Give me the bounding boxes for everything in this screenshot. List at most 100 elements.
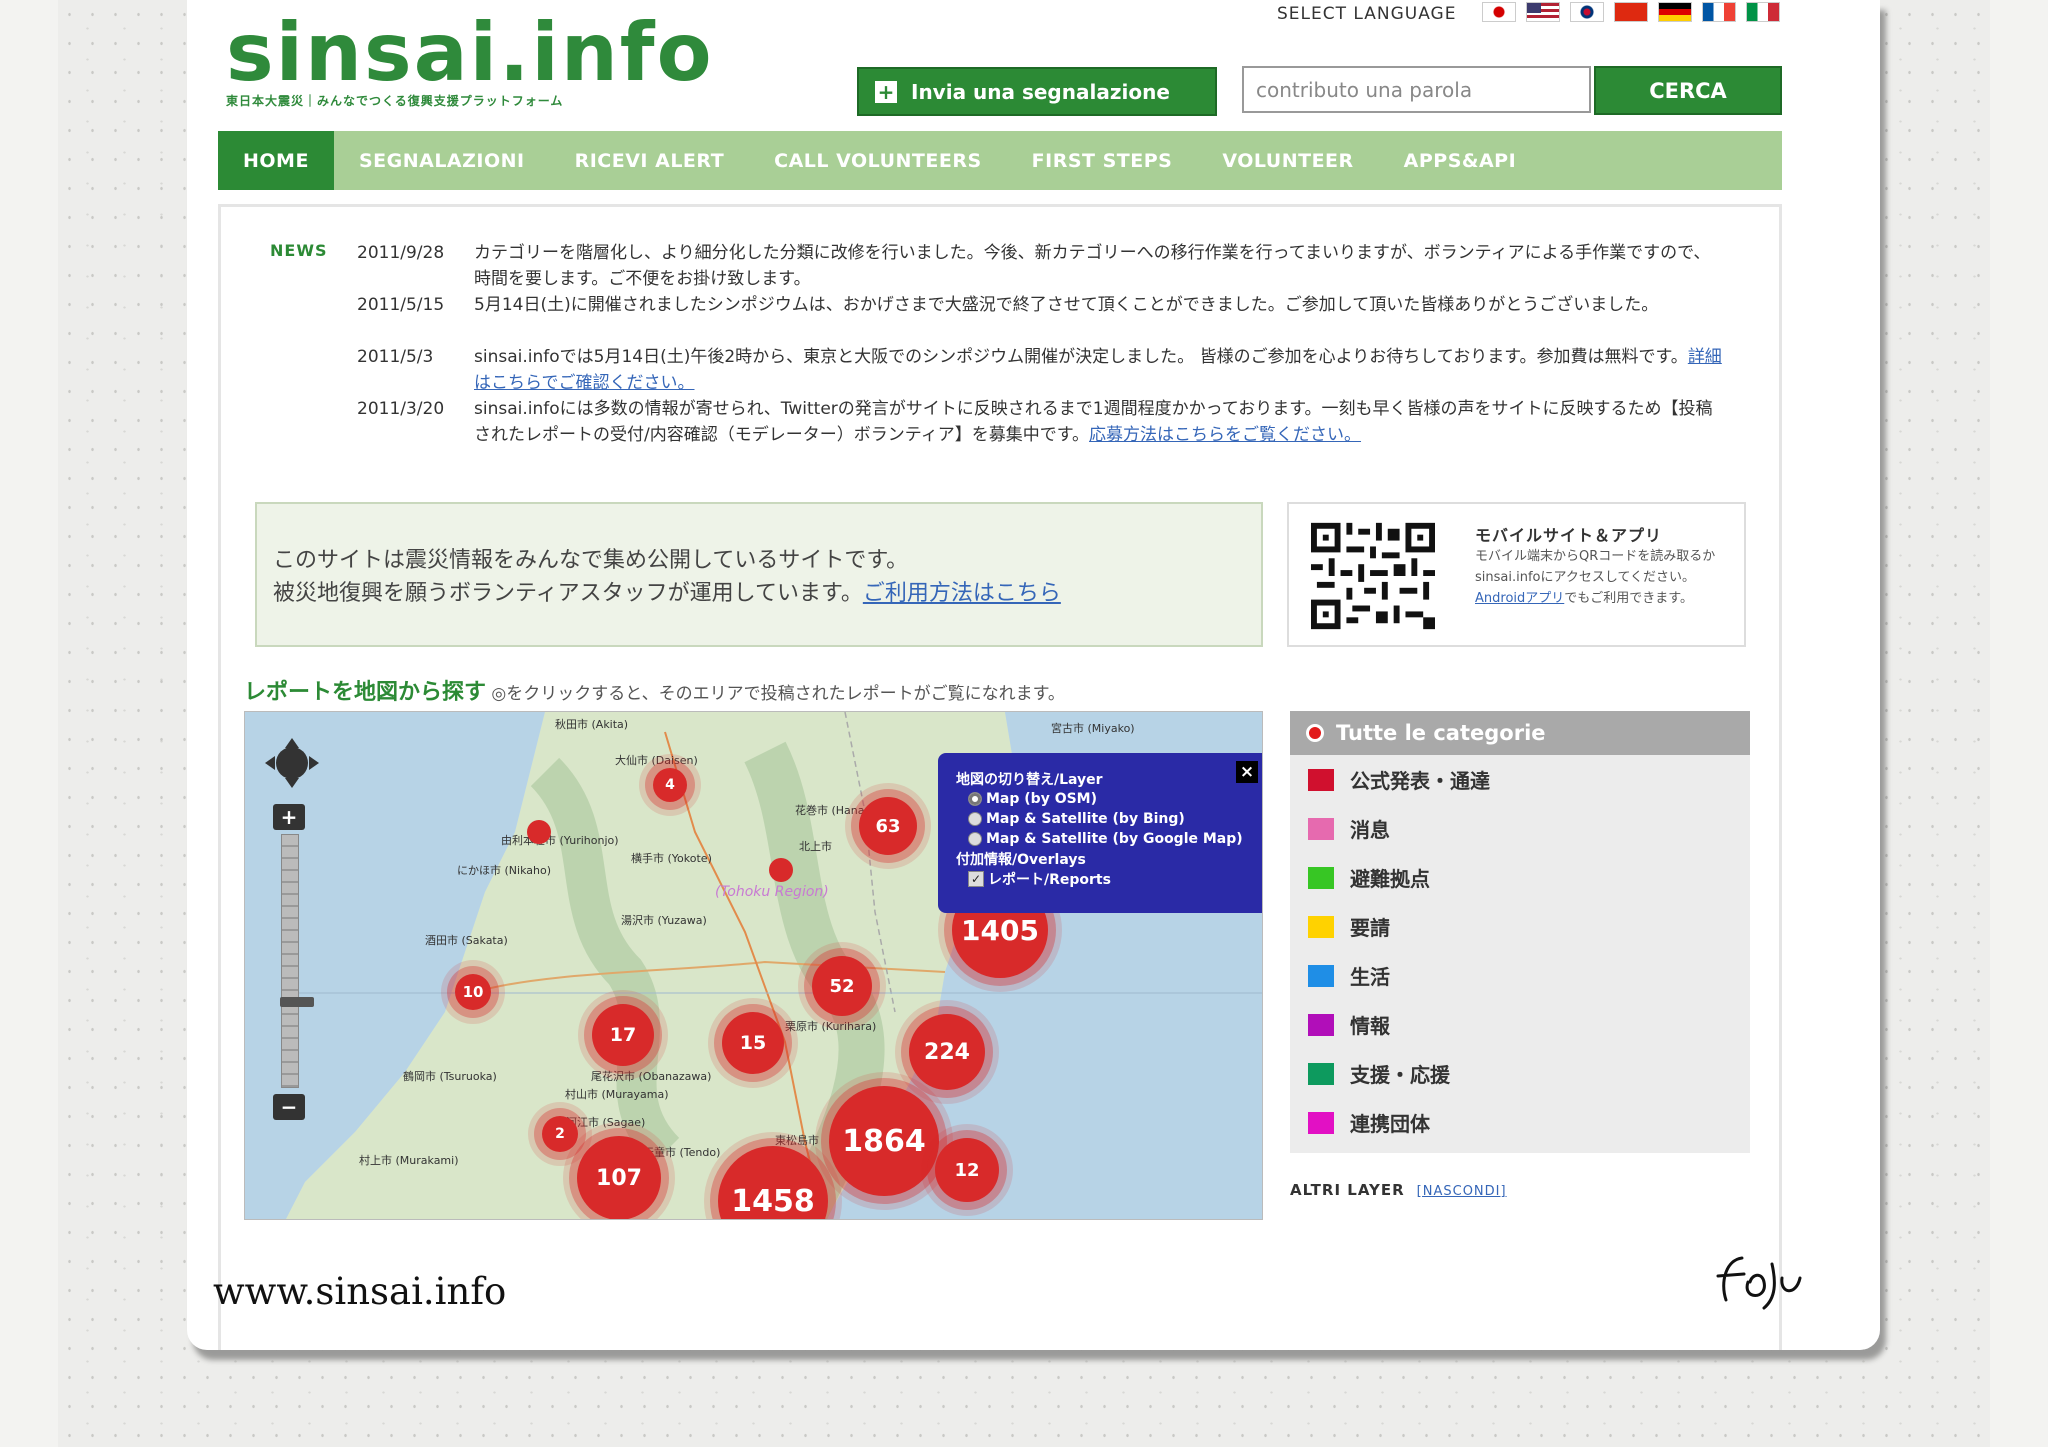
map-town-label: 東松島市 [775, 1134, 819, 1147]
report-cluster[interactable]: 1864 [829, 1086, 939, 1196]
report-marker[interactable] [527, 820, 551, 844]
checkbox-checked-icon[interactable]: ✓ [968, 871, 984, 887]
category-item[interactable]: 連携団体 [1290, 1098, 1750, 1147]
nav-home[interactable]: HOME [218, 131, 334, 190]
layer-title: 地図の切り替え/Layer [956, 772, 1103, 788]
layer-option-label: Map & Satellite (by Bing) [986, 811, 1185, 827]
nav-first-steps[interactable]: FIRST STEPS [1007, 131, 1198, 190]
report-cluster[interactable]: 224 [909, 1014, 985, 1090]
mobile-text-body: モバイル端末からQRコードを読み取るか sinsai.infoにアクセスしてくだ… [1475, 549, 1716, 585]
zoom-in-button[interactable]: + [273, 804, 305, 830]
logo-text: sinsai.info [226, 6, 714, 99]
report-marker[interactable] [769, 858, 793, 882]
other-layers: ALTRI LAYER [NASCONDI] [1290, 1181, 1507, 1199]
search-button[interactable]: CERCA [1594, 66, 1782, 115]
category-item[interactable]: 生活 [1290, 951, 1750, 1000]
site-logo[interactable]: sinsai.info 東日本大震災｜みんなでつくる復興支援プラットフォーム [226, 8, 714, 109]
info-line-1: このサイトは震災情報をみんなで集め公開しているサイトです。 [273, 548, 909, 573]
cn-flag-icon[interactable] [1614, 2, 1648, 22]
region-label: (Tohoku Region) [715, 884, 829, 900]
select-language-label: SELECT LANGUAGE [1277, 4, 1457, 24]
report-cluster[interactable]: 107 [577, 1136, 661, 1219]
radio-icon[interactable] [968, 832, 982, 846]
category-swatch [1308, 964, 1334, 987]
nav-ricevi-alert[interactable]: RICEVI ALERT [550, 131, 750, 190]
it-flag-icon[interactable] [1746, 2, 1780, 22]
category-item[interactable]: 公式発表・通達 [1290, 755, 1750, 804]
category-swatch [1308, 817, 1334, 840]
report-cluster[interactable]: 52 [812, 956, 872, 1016]
map-town-label: にかほ市 (Nikaho) [457, 864, 551, 877]
jp-flag-icon[interactable] [1482, 2, 1516, 22]
category-item[interactable]: 情報 [1290, 1000, 1750, 1049]
layer-option-label: Map (by OSM) [986, 791, 1098, 807]
news-text: sinsai.infoでは5月14日(土)午後2時から、東京と大阪でのシンポジウ… [474, 344, 1724, 396]
zoom-slider[interactable] [280, 834, 314, 1088]
report-cluster[interactable]: 2 [542, 1116, 578, 1152]
news-text: sinsai.infoには多数の情報が寄せられ、Twitterの発言がサイトに反… [474, 396, 1724, 448]
news-text: カテゴリーを階層化し、より細分化した分類に改修を行いました。今後、新カテゴリーへ… [474, 243, 1711, 289]
info-line-2-text: 被災地復興を願うボランティアスタッフが運用しています。 [273, 581, 863, 606]
nav-segnalazioni[interactable]: SEGNALAZIONI [334, 131, 550, 190]
map-town-label: 酒田市 (Sakata) [425, 934, 508, 947]
layer-option[interactable]: Map (by OSM) [956, 789, 1246, 809]
category-item[interactable]: 避難拠点 [1290, 853, 1750, 902]
fr-flag-icon[interactable] [1702, 2, 1736, 22]
category-swatch [1308, 1062, 1334, 1085]
submit-report-button[interactable]: + Invia una segnalazione [857, 67, 1217, 116]
news-date: 2011/3/20 [357, 399, 445, 419]
zoom-out-button[interactable]: − [273, 1094, 305, 1120]
category-swatch [1308, 1013, 1334, 1036]
android-app-link[interactable]: Androidアプリ [1475, 591, 1564, 606]
category-item[interactable]: 支援・応援 [1290, 1049, 1750, 1098]
category-item[interactable]: 要請 [1290, 902, 1750, 951]
news-date: 2011/5/15 [357, 295, 445, 315]
nav-apps-api[interactable]: APPS&API [1379, 131, 1542, 190]
category-item[interactable]: 消息 [1290, 804, 1750, 853]
report-cluster[interactable]: 12 [935, 1138, 999, 1202]
info-line-2: 被災地復興を願うボランティアスタッフが運用しています。ご利用方法はこちら [273, 577, 1245, 610]
category-label: 支援・応援 [1350, 1063, 1450, 1087]
layer-option-label: Map & Satellite (by Google Map) [986, 831, 1243, 847]
search-input[interactable] [1242, 66, 1591, 113]
kr-flag-icon[interactable] [1570, 2, 1604, 22]
report-cluster[interactable]: 10 [455, 974, 491, 1010]
news-label: NEWS [270, 241, 328, 260]
radio-selected-icon[interactable] [968, 792, 982, 806]
map-town-label: 尾花沢市 (Obanazawa) [591, 1070, 712, 1083]
radio-icon[interactable] [968, 812, 982, 826]
zoom-slider-thumb[interactable] [280, 997, 314, 1007]
close-icon[interactable]: × [1236, 761, 1258, 783]
map-town-label: 栗原市 (Kurihara) [785, 1020, 877, 1033]
zoom-control: + − [273, 804, 314, 1122]
map-town-label: 横手市 (Yokote) [631, 852, 712, 865]
overlay-option-label: レポート/Reports [988, 872, 1111, 888]
layer-option[interactable]: Map & Satellite (by Bing) [956, 809, 1246, 829]
map-heading-title: レポートを地図から探す [244, 680, 487, 705]
us-flag-icon[interactable] [1526, 2, 1560, 22]
layer-option[interactable]: Map & Satellite (by Google Map) [956, 829, 1246, 849]
report-map[interactable]: + − 秋田市 (Akita) 大仙市 (Daisen) 由利本荘市 (Yuri… [244, 711, 1263, 1220]
category-all[interactable]: Tutte le categorie [1290, 711, 1750, 755]
pan-control-icon[interactable] [261, 734, 323, 792]
news-text-body: sinsai.infoでは5月14日(土)午後2時から、東京と大阪でのシンポジウ… [474, 347, 1688, 367]
overlay-option[interactable]: ✓ レポート/Reports [956, 869, 1246, 889]
site-info-box: このサイトは震災情報をみんなで集め公開しているサイトです。 被災地復興を願うボラ… [255, 502, 1263, 647]
report-cluster[interactable]: 63 [859, 797, 917, 855]
news-text: 5月14日(土)に開催されましたシンポジウムは、おかげさまで大盛況で終了させて頂… [474, 295, 1659, 315]
map-town-label: 北上市 [799, 840, 832, 853]
report-cluster[interactable]: 17 [592, 1004, 654, 1066]
overlays-title: 付加情報/Overlays [956, 852, 1086, 868]
hide-layers-link[interactable]: [NASCONDI] [1417, 1184, 1507, 1199]
qr-code-icon [1311, 522, 1435, 630]
category-swatch [1308, 915, 1334, 938]
map-town-label: 鶴岡市 (Tsuruoka) [403, 1070, 497, 1083]
report-cluster[interactable]: 4 [653, 768, 687, 802]
news-link[interactable]: 応募方法はこちらをご覧ください。 [1089, 425, 1361, 445]
usage-link[interactable]: ご利用方法はこちら [863, 581, 1061, 606]
report-cluster[interactable]: 15 [722, 1012, 784, 1074]
nav-volunteer[interactable]: VOLUNTEER [1197, 131, 1378, 190]
map-town-label: 湯沢市 (Yuzawa) [621, 914, 707, 927]
de-flag-icon[interactable] [1658, 2, 1692, 22]
nav-call-volunteers[interactable]: CALL VOLUNTEERS [749, 131, 1007, 190]
